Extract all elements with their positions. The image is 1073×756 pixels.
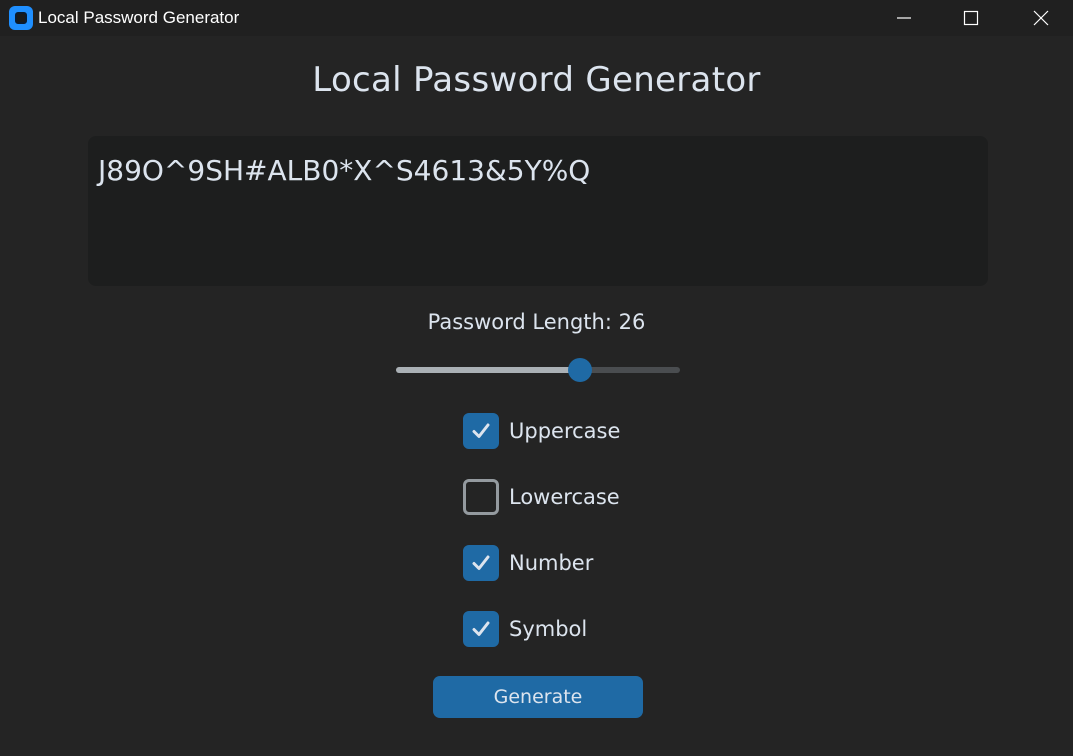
app-icon: [9, 6, 33, 30]
close-icon: [1033, 10, 1049, 26]
checkmark-icon: [472, 423, 490, 438]
checkmark-icon: [472, 621, 490, 636]
option-number[interactable]: Number: [463, 545, 593, 581]
app-window: Local Password Generator Local Password …: [0, 0, 1073, 756]
generate-button[interactable]: Generate: [433, 676, 643, 718]
checkmark-icon: [472, 555, 490, 570]
password-text: J89O^9SH#ALB0*X^S4613&5Y%Q: [98, 154, 591, 187]
slider-handle[interactable]: [567, 358, 592, 382]
page-title: Local Password Generator: [312, 60, 761, 100]
slider-fill: [396, 367, 580, 373]
lowercase-label: Lowercase: [509, 485, 620, 509]
option-symbol[interactable]: Symbol: [463, 611, 587, 647]
option-uppercase[interactable]: Uppercase: [463, 413, 620, 449]
uppercase-label: Uppercase: [509, 419, 621, 443]
number-checkbox[interactable]: [463, 545, 499, 581]
option-lowercase[interactable]: Lowercase: [463, 479, 620, 515]
number-label: Number: [509, 551, 594, 575]
minimize-button[interactable]: [871, 0, 937, 36]
password-length-label: Password Length: 26: [427, 310, 646, 334]
password-output-textbox[interactable]: J89O^9SH#ALB0*X^S4613&5Y%Q: [88, 136, 988, 286]
symbol-label: Symbol: [509, 617, 588, 641]
symbol-checkbox[interactable]: [463, 611, 499, 647]
close-button[interactable]: [1008, 0, 1073, 36]
uppercase-checkbox[interactable]: [463, 413, 499, 449]
title-bar[interactable]: Local Password Generator: [0, 0, 1073, 36]
maximize-icon: [963, 10, 979, 26]
window-title: Local Password Generator: [38, 8, 240, 27]
password-length-slider[interactable]: [396, 358, 680, 382]
minimize-icon: [897, 17, 911, 19]
maximize-button[interactable]: [938, 0, 1004, 36]
lowercase-checkbox[interactable]: [463, 479, 499, 515]
